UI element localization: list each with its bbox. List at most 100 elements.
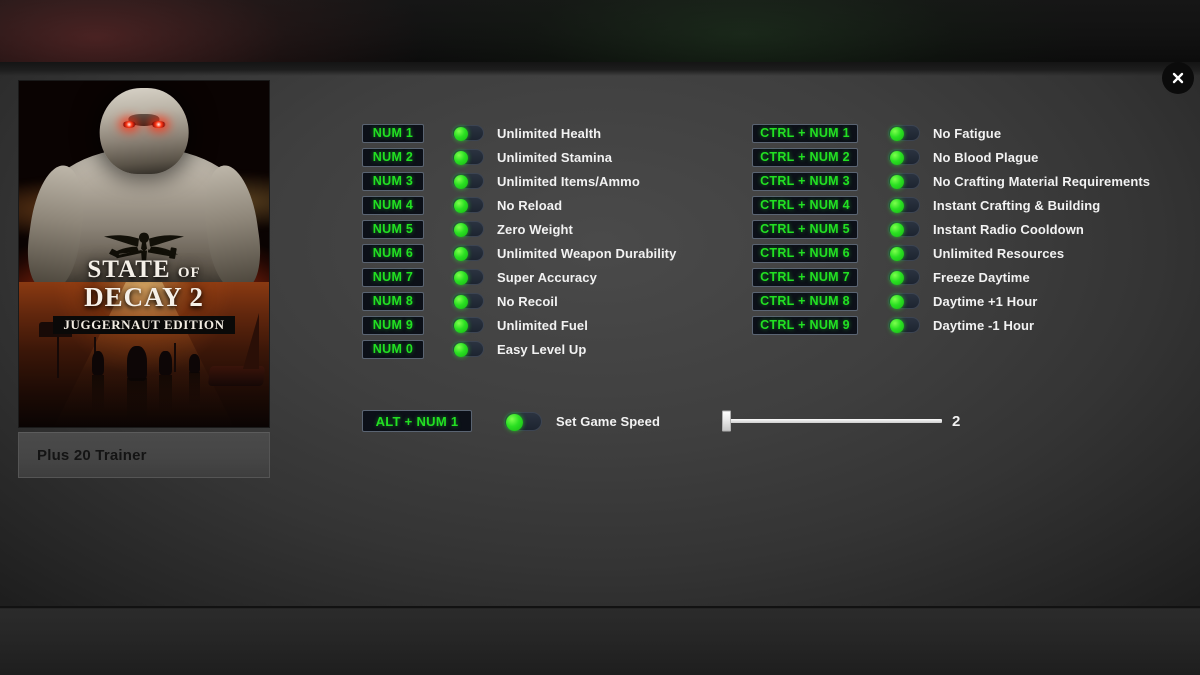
cheat-toggle-knob [890,199,904,213]
cheat-hotkey-button[interactable]: NUM 2 [362,147,424,167]
cheat-toggle[interactable] [452,317,484,333]
game-speed-label: Set Game Speed [556,413,660,429]
game-speed-slider-handle[interactable] [722,410,731,432]
cheat-toggle[interactable] [452,173,484,189]
cheat-hotkey-button[interactable]: NUM 8 [362,291,424,311]
close-icon [1170,70,1186,86]
cheat-hotkey-button[interactable]: NUM 5 [362,219,424,239]
cheat-hotkey-button[interactable]: CTRL + NUM 4 [752,195,858,215]
cheat-toggle-knob [454,223,468,237]
cheat-toggle[interactable] [452,293,484,309]
game-cover-art: STATE OF DECAY 2 JUGGERNAUT EDITION [18,80,270,428]
cheat-row: NUM 5 Zero Weight [362,217,676,241]
cheat-hotkey-button[interactable]: CTRL + NUM 2 [752,147,858,167]
cheat-hotkey-button[interactable]: NUM 6 [362,243,424,263]
cheat-row: CTRL + NUM 9 Daytime -1 Hour [752,313,1150,337]
top-banner [0,0,1200,62]
cheat-row: CTRL + NUM 4 Instant Crafting & Building [752,193,1150,217]
cheat-hotkey-button[interactable]: NUM 3 [362,171,424,191]
cheat-toggle[interactable] [888,221,920,237]
cheat-label: Unlimited Weapon Durability [497,245,677,261]
cheat-label: Daytime +1 Hour [933,293,1038,309]
game-speed-hotkey-button[interactable]: ALT + NUM 1 [362,410,472,432]
cheat-label: Super Accuracy [497,269,597,285]
cheat-toggle-knob [454,295,468,309]
cheat-hotkey-button[interactable]: NUM 0 [362,339,424,359]
cheat-toggle-knob [454,175,468,189]
cheat-toggle[interactable] [452,221,484,237]
cheat-toggle[interactable] [888,149,920,165]
survivor-figure-1 [91,351,104,375]
game-speed-slider[interactable] [722,410,942,432]
cheat-hotkey-button[interactable]: CTRL + NUM 8 [752,291,858,311]
game-cover-panel: STATE OF DECAY 2 JUGGERNAUT EDITION Plus… [18,80,270,478]
cheat-hotkey-button[interactable]: CTRL + NUM 6 [752,243,858,263]
cheat-label: Unlimited Resources [933,245,1065,261]
cheat-column-right: CTRL + NUM 1 No Fatigue CTRL + NUM 2 No Blo… [752,121,1150,337]
game-speed-row: ALT + NUM 1 Set Game Speed 2 [362,410,960,432]
cheat-label: Instant Crafting & Building [933,197,1101,213]
cheat-row: NUM 6 Unlimited Weapon Durability [362,241,676,265]
cheat-toggle-knob [454,151,468,165]
cheat-hotkey-button[interactable]: CTRL + NUM 5 [752,219,858,239]
cheat-column-left: NUM 1 Unlimited Health NUM 2 Unlimited Stam… [362,121,676,361]
cheat-hotkey-button[interactable]: NUM 1 [362,123,424,143]
cheat-toggle[interactable] [888,293,920,309]
trainer-title-panel: Plus 20 Trainer [18,432,270,478]
cheat-label: No Reload [497,197,563,213]
cheat-hotkey-button[interactable]: CTRL + NUM 7 [752,267,858,287]
close-button[interactable] [1162,62,1194,94]
cheat-label: Unlimited Stamina [497,149,613,165]
cheat-hotkey-button[interactable]: CTRL + NUM 1 [752,123,858,143]
top-banner-shadow [0,62,1200,76]
cheat-toggle-knob [454,199,468,213]
survivor-figure-4 [189,354,201,374]
cheat-row: NUM 3 Unlimited Items/Ammo [362,169,676,193]
utility-pole-3 [174,342,176,372]
cheat-toggle[interactable] [452,341,484,357]
game-speed-value: 2 [952,412,961,430]
cheat-toggle[interactable] [452,197,484,213]
cheat-toggle[interactable] [888,269,920,285]
cheat-row: CTRL + NUM 2 No Blood Plague [752,145,1150,169]
cheat-toggle-knob [454,247,468,261]
cover-title-state: STATE [87,256,171,284]
cheat-hotkey-button[interactable]: NUM 4 [362,195,424,215]
cheat-row: NUM 0 Easy Level Up [362,337,676,361]
cheat-toggle[interactable] [452,125,484,141]
cheat-hotkey-button[interactable]: NUM 9 [362,315,424,335]
survivor-shadow-2 [126,377,147,422]
cheat-toggle[interactable] [452,269,484,285]
survivor-figure-3 [159,351,172,375]
cheat-hotkey-button[interactable]: CTRL + NUM 3 [752,171,858,191]
cover-edition-badge: JUGGERNAUT EDITION [53,315,235,334]
cheat-toggle[interactable] [888,173,920,189]
cheat-toggle[interactable] [888,245,920,261]
cheat-row: NUM 2 Unlimited Stamina [362,145,676,169]
cheat-toggle-knob [890,271,904,285]
cheat-hotkey-button[interactable]: CTRL + NUM 9 [752,315,858,335]
cheat-toggle[interactable] [452,245,484,261]
cheat-row: CTRL + NUM 7 Freeze Daytime [752,265,1150,289]
cheat-label: Unlimited Items/Ammo [497,173,640,189]
cheat-label: No Blood Plague [933,149,1039,165]
cheat-toggle-knob [890,151,904,165]
cheat-toggle-knob [454,271,468,285]
cheat-toggle[interactable] [452,149,484,165]
cheat-toggle[interactable] [888,317,920,333]
vehicle-wreck [207,365,266,387]
game-speed-toggle[interactable] [504,411,542,431]
cheat-toggle[interactable] [888,197,920,213]
cheat-toggle-knob [454,319,468,333]
cheat-toggle-knob [890,319,904,333]
cheat-hotkey-button[interactable]: NUM 7 [362,267,424,287]
trainer-title-text: Plus 20 Trainer [37,446,147,464]
cheat-row: CTRL + NUM 5 Instant Radio Cooldown [752,217,1150,241]
cheat-label: Unlimited Health [497,125,602,141]
cheat-toggle[interactable] [888,125,920,141]
survivor-shadow-3 [159,374,172,413]
cheat-label: Freeze Daytime [933,269,1030,285]
cheat-label: Instant Radio Cooldown [933,221,1084,237]
cheat-label: No Crafting Material Requirements [933,173,1151,189]
survivor-shadow-1 [91,374,104,413]
